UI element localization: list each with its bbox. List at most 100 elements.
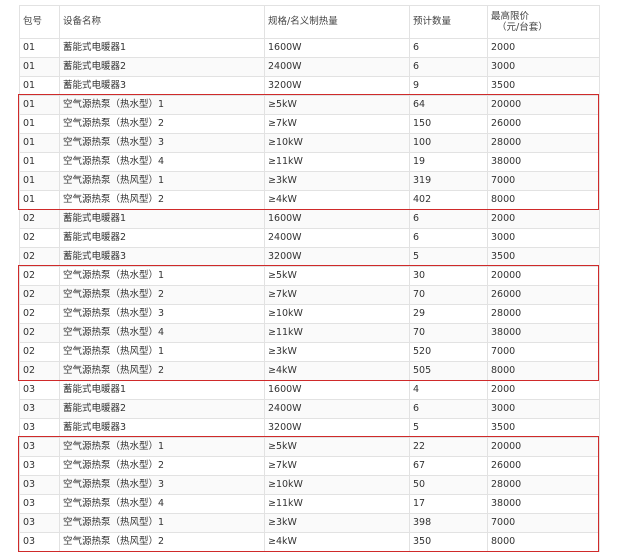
table-row: 02 蓄能式电暖器2 2400W 6 3000 — [19, 228, 600, 248]
cell-max-price: 7000 — [487, 342, 600, 362]
table-row: 02 空气源热泵（热水型）2 ≥7kW 70 26000 — [19, 285, 600, 305]
table-row: 03 空气源热泵（热水型）2 ≥7kW 67 26000 — [19, 456, 600, 476]
table-row: 01 蓄能式电暖器1 1600W 6 2000 — [19, 38, 600, 58]
cell-quantity: 29 — [409, 304, 488, 324]
table-row: 01 蓄能式电暖器3 3200W 9 3500 — [19, 76, 600, 96]
cell-device-name: 空气源热泵（热水型）1 — [59, 266, 265, 286]
cell-max-price: 2000 — [487, 209, 600, 229]
cell-device-name: 空气源热泵（热水型）2 — [59, 285, 265, 305]
cell-device-name: 空气源热泵（热风型）1 — [59, 513, 265, 533]
table-row: 02 空气源热泵（热风型）1 ≥3kW 520 7000 — [19, 342, 600, 362]
cell-quantity: 17 — [409, 494, 488, 514]
cell-device-name: 空气源热泵（热水型）4 — [59, 494, 265, 514]
table-row: 01 空气源热泵（热风型）2 ≥4kW 402 8000 — [19, 190, 600, 210]
cell-package-no: 01 — [19, 76, 60, 96]
table-row: 03 蓄能式电暖器2 2400W 6 3000 — [19, 399, 600, 419]
table-row: 02 空气源热泵（热水型）4 ≥11kW 70 38000 — [19, 323, 600, 343]
cell-max-price: 38000 — [487, 494, 600, 514]
cell-max-price: 26000 — [487, 456, 600, 476]
cell-quantity: 70 — [409, 323, 488, 343]
document-body: 包号 设备名称 规格/名义制热量 预计数量 最高限价 （元/台套） 01 蓄能式电… — [18, 5, 600, 552]
cell-package-no: 01 — [19, 152, 60, 172]
cell-package-no: 02 — [19, 323, 60, 343]
cell-device-name: 蓄能式电暖器3 — [59, 247, 265, 267]
cell-spec: ≥5kW — [264, 266, 410, 286]
cell-device-name: 蓄能式电暖器3 — [59, 418, 265, 438]
cell-quantity: 30 — [409, 266, 488, 286]
cell-device-name: 空气源热泵（热水型）4 — [59, 323, 265, 343]
cell-quantity: 9 — [409, 76, 488, 96]
table-row: 01 空气源热泵（热风型）1 ≥3kW 319 7000 — [19, 171, 600, 191]
cell-device-name: 空气源热泵（热水型）4 — [59, 152, 265, 172]
cell-package-no: 01 — [19, 133, 60, 153]
cell-quantity: 505 — [409, 361, 488, 381]
cell-spec: ≥10kW — [264, 475, 410, 495]
table-row: 03 空气源热泵（热风型）1 ≥3kW 398 7000 — [19, 513, 600, 533]
cell-max-price: 3500 — [487, 247, 600, 267]
cell-max-price: 38000 — [487, 152, 600, 172]
cell-device-name: 空气源热泵（热风型）2 — [59, 190, 265, 210]
cell-device-name: 空气源热泵（热水型）2 — [59, 456, 265, 476]
cell-package-no: 01 — [19, 190, 60, 210]
table-row: 03 蓄能式电暖器3 3200W 5 3500 — [19, 418, 600, 438]
cell-package-no: 03 — [19, 418, 60, 438]
table-row: 01 蓄能式电暖器2 2400W 6 3000 — [19, 57, 600, 77]
procurement-table: 包号 设备名称 规格/名义制热量 预计数量 最高限价 （元/台套） 01 蓄能式电… — [19, 5, 600, 552]
cell-quantity: 5 — [409, 247, 488, 267]
cell-package-no: 03 — [19, 475, 60, 495]
table-row: 01 空气源热泵（热水型）2 ≥7kW 150 26000 — [19, 114, 600, 134]
cell-spec: ≥7kW — [264, 285, 410, 305]
cell-device-name: 蓄能式电暖器2 — [59, 399, 265, 419]
cell-max-price: 20000 — [487, 437, 600, 457]
cell-quantity: 100 — [409, 133, 488, 153]
cell-package-no: 03 — [19, 399, 60, 419]
cell-quantity: 402 — [409, 190, 488, 210]
cell-spec: ≥5kW — [264, 437, 410, 457]
cell-device-name: 蓄能式电暖器2 — [59, 228, 265, 248]
cell-quantity: 70 — [409, 285, 488, 305]
cell-quantity: 19 — [409, 152, 488, 172]
cell-max-price: 38000 — [487, 323, 600, 343]
header-max-price: 最高限价 （元/台套） — [487, 5, 600, 39]
table-header-row: 包号 设备名称 规格/名义制热量 预计数量 最高限价 （元/台套） — [19, 5, 600, 39]
header-device-name: 设备名称 — [59, 5, 265, 39]
cell-quantity: 5 — [409, 418, 488, 438]
cell-device-name: 蓄能式电暖器2 — [59, 57, 265, 77]
cell-max-price: 3500 — [487, 418, 600, 438]
header-spec: 规格/名义制热量 — [264, 5, 410, 39]
cell-spec: ≥11kW — [264, 323, 410, 343]
cell-device-name: 空气源热泵（热水型）2 — [59, 114, 265, 134]
cell-package-no: 02 — [19, 304, 60, 324]
cell-max-price: 3000 — [487, 57, 600, 77]
cell-device-name: 蓄能式电暖器1 — [59, 38, 265, 58]
cell-spec: ≥10kW — [264, 304, 410, 324]
cell-quantity: 520 — [409, 342, 488, 362]
cell-max-price: 3000 — [487, 228, 600, 248]
cell-package-no: 01 — [19, 171, 60, 191]
cell-device-name: 空气源热泵（热风型）1 — [59, 342, 265, 362]
cell-device-name: 空气源热泵（热水型）1 — [59, 95, 265, 115]
cell-package-no: 03 — [19, 494, 60, 514]
cell-package-no: 03 — [19, 437, 60, 457]
cell-max-price: 3000 — [487, 399, 600, 419]
cell-quantity: 50 — [409, 475, 488, 495]
cell-spec: 3200W — [264, 247, 410, 267]
cell-spec: ≥7kW — [264, 114, 410, 134]
cell-package-no: 03 — [19, 456, 60, 476]
header-max-price-label: 最高限价 — [491, 11, 530, 22]
cell-max-price: 28000 — [487, 475, 600, 495]
cell-quantity: 67 — [409, 456, 488, 476]
cell-spec: 3200W — [264, 418, 410, 438]
cell-package-no: 02 — [19, 342, 60, 362]
cell-max-price: 8000 — [487, 190, 600, 210]
cell-device-name: 空气源热泵（热风型）1 — [59, 171, 265, 191]
cell-package-no: 01 — [19, 57, 60, 77]
table-row: 03 蓄能式电暖器1 1600W 4 2000 — [19, 380, 600, 400]
cell-quantity: 319 — [409, 171, 488, 191]
cell-package-no: 01 — [19, 114, 60, 134]
cell-max-price: 2000 — [487, 380, 600, 400]
cell-device-name: 空气源热泵（热水型）3 — [59, 133, 265, 153]
cell-quantity: 398 — [409, 513, 488, 533]
header-max-price-unit: （元/台套） — [497, 22, 548, 33]
cell-max-price: 28000 — [487, 133, 600, 153]
